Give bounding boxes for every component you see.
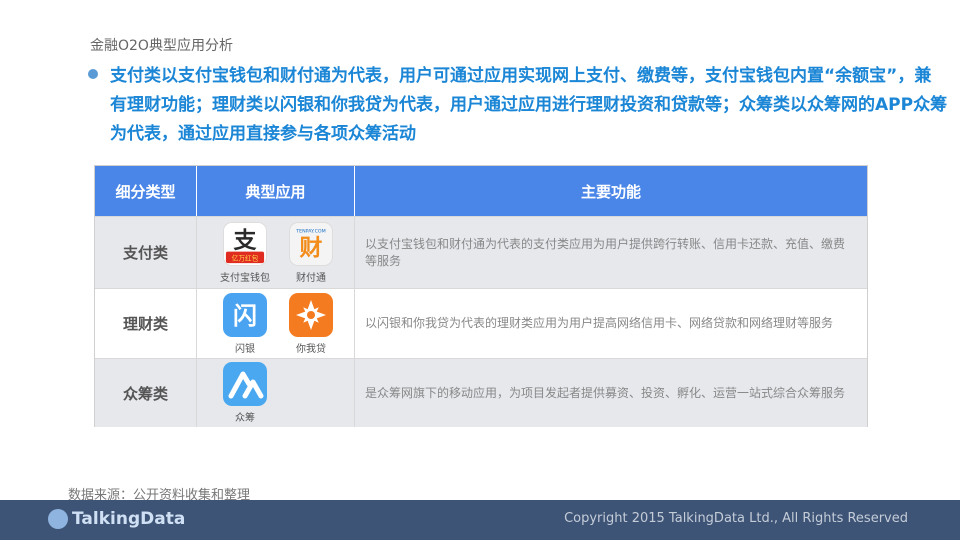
app-label: 财付通 (296, 272, 326, 284)
table-row: 理财类 闪 闪银 你我贷 以闪银和你我贷为代表的理财类应用为用户提高网络信用卡、… (95, 288, 867, 358)
tenpay-glyph: 财 (300, 235, 323, 261)
tenpay-icon: TENPAY.COM 财 (289, 221, 333, 266)
row-category: 支付类 (95, 217, 197, 288)
app-table: 细分类型 典型应用 主要功能 支付类 支 亿万红包 支付宝钱包 TENPAY.C… (94, 165, 868, 427)
alipay-subtext: 亿万红包 (232, 253, 259, 262)
row-apps: 支 亿万红包 支付宝钱包 TENPAY.COM 财 财付通 (197, 217, 355, 288)
table-row: 众筹类 众筹 是众筹网旗下的移动应用，为项目发起者提供募资、投资、孵化、运营一站… (95, 358, 867, 427)
row-apps: 众筹 (197, 359, 355, 427)
summary-text: 支付类以支付宝钱包和财付通为代表，用户可通过应用实现网上支付、缴费等，支付宝钱包… (110, 66, 948, 144)
app-label: 众筹 (235, 413, 255, 424)
footer-bar: TalkingData Copyright 2015 TalkingData L… (0, 500, 960, 540)
logo-text: TalkingData (72, 509, 186, 529)
header-function: 主要功能 (580, 182, 641, 201)
app-tenpay[interactable]: TENPAY.COM 财 财付通 (285, 221, 337, 284)
copyright: Copyright 2015 TalkingData Ltd., All Rig… (564, 511, 908, 526)
tenpay-subtext: TENPAY.COM (295, 228, 326, 234)
app-alipay[interactable]: 支 亿万红包 支付宝钱包 (219, 221, 271, 284)
logo-mark-icon (48, 509, 68, 529)
table-row: 支付类 支 亿万红包 支付宝钱包 TENPAY.COM 财 财付通 以支付宝钱包… (95, 216, 867, 288)
app-label: 支付宝钱包 (220, 272, 270, 284)
shanyin-glyph: 闪 (233, 302, 257, 330)
app-niwodai[interactable]: 你我贷 (285, 292, 337, 355)
page-title: 金融O2O典型应用分析 (90, 38, 233, 54)
row-function: 以闪银和你我贷为代表的理财类应用为用户提高网络信用卡、网络贷款和网络理财等服务 (365, 316, 834, 330)
table-header: 细分类型 典型应用 主要功能 (95, 166, 867, 216)
row-function: 是众筹网旗下的移动应用，为项目发起者提供募资、投资、孵化、运营一站式综合众筹服务 (365, 385, 846, 400)
talkingdata-logo: TalkingData (48, 509, 185, 529)
row-category: 众筹类 (95, 359, 197, 427)
row-category: 理财类 (95, 289, 197, 358)
alipay-icon: 支 亿万红包 (223, 221, 267, 266)
row-apps: 闪 闪银 你我贷 (197, 289, 355, 358)
app-zhongchou[interactable]: 众筹 (219, 362, 271, 424)
shanyin-icon: 闪 (223, 292, 267, 337)
header-category: 细分类型 (95, 166, 197, 216)
niwodai-icon (289, 292, 333, 337)
summary-bullet: 支付类以支付宝钱包和财付通为代表，用户可通过应用实现网上支付、缴费等，支付宝钱包… (88, 62, 948, 149)
header-apps: 典型应用 (197, 166, 355, 216)
bullet-dot-icon (88, 69, 98, 79)
app-shanyin[interactable]: 闪 闪银 (219, 292, 271, 355)
row-function: 以支付宝钱包和财付通为代表的支付类应用为用户提供跨行转账、信用卡还款、充值、缴费… (365, 236, 846, 268)
app-label: 闪银 (235, 343, 255, 355)
app-label: 你我贷 (296, 343, 326, 355)
alipay-glyph: 支 (234, 227, 257, 253)
zhongchou-icon (223, 362, 267, 406)
